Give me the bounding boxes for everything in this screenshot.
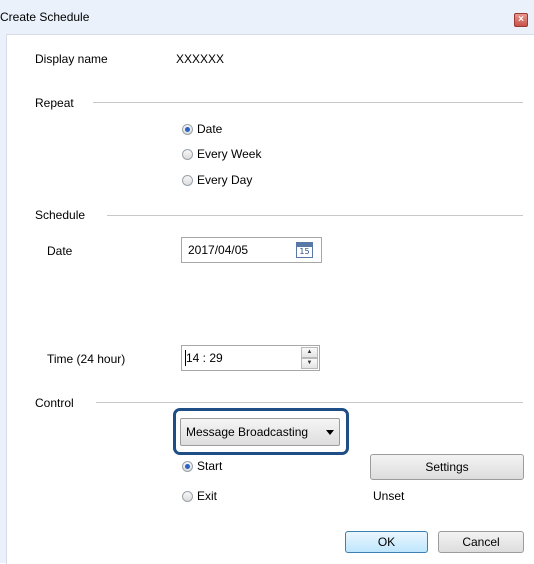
time-spinner[interactable]: ▲ ▼ [301,347,318,369]
radio-button[interactable] [182,491,193,502]
close-icon[interactable]: × [514,13,528,27]
control-type-dropdown[interactable]: Message Broadcasting [180,418,340,446]
radio-label: Exit [197,489,218,503]
calendar-icon[interactable]: 15 [296,242,313,258]
ok-button[interactable]: OK [345,531,428,553]
schedule-divider [107,215,523,216]
create-schedule-dialog: Create Schedule × Display name XXXXXX Re… [0,0,534,564]
radio-button[interactable] [182,175,193,186]
date-value: 2017/04/05 [188,243,249,257]
cancel-button[interactable]: Cancel [438,531,524,553]
chevron-down-icon [326,430,334,435]
settings-button[interactable]: Settings [370,454,524,480]
radio-button[interactable] [182,149,193,160]
calendar-day: 15 [299,247,310,256]
control-group-label: Control [35,396,74,410]
display-name-value: XXXXXX [176,52,225,66]
schedule-group-label: Schedule [35,208,86,222]
title-bar: Create Schedule × [0,0,534,34]
spin-up-icon[interactable]: ▲ [301,347,318,358]
radio-label: Every Day [197,173,253,187]
spin-down-icon[interactable]: ▼ [301,358,318,369]
time-field[interactable]: 14 : 29 ▲ ▼ [181,345,320,371]
status-text: Unset [373,489,405,503]
radio-label: Date [197,122,223,136]
control-divider [96,402,523,403]
date-picker-field[interactable]: 2017/04/05 15 [181,237,322,263]
radio-label: Every Week [197,147,262,161]
time-label: Time (24 hour) [47,352,126,366]
repeat-group-label: Repeat [35,96,74,110]
radio-label: Start [197,459,223,473]
dropdown-value: Message Broadcasting [186,425,309,439]
date-label: Date [47,244,73,258]
radio-button-selected[interactable] [182,461,193,472]
repeat-divider [93,102,523,103]
radio-button-selected[interactable] [182,124,193,135]
dialog-body [6,34,534,564]
time-value: 14 : 29 [186,351,223,365]
dialog-title: Create Schedule [0,10,90,24]
display-name-label: Display name [35,52,108,66]
